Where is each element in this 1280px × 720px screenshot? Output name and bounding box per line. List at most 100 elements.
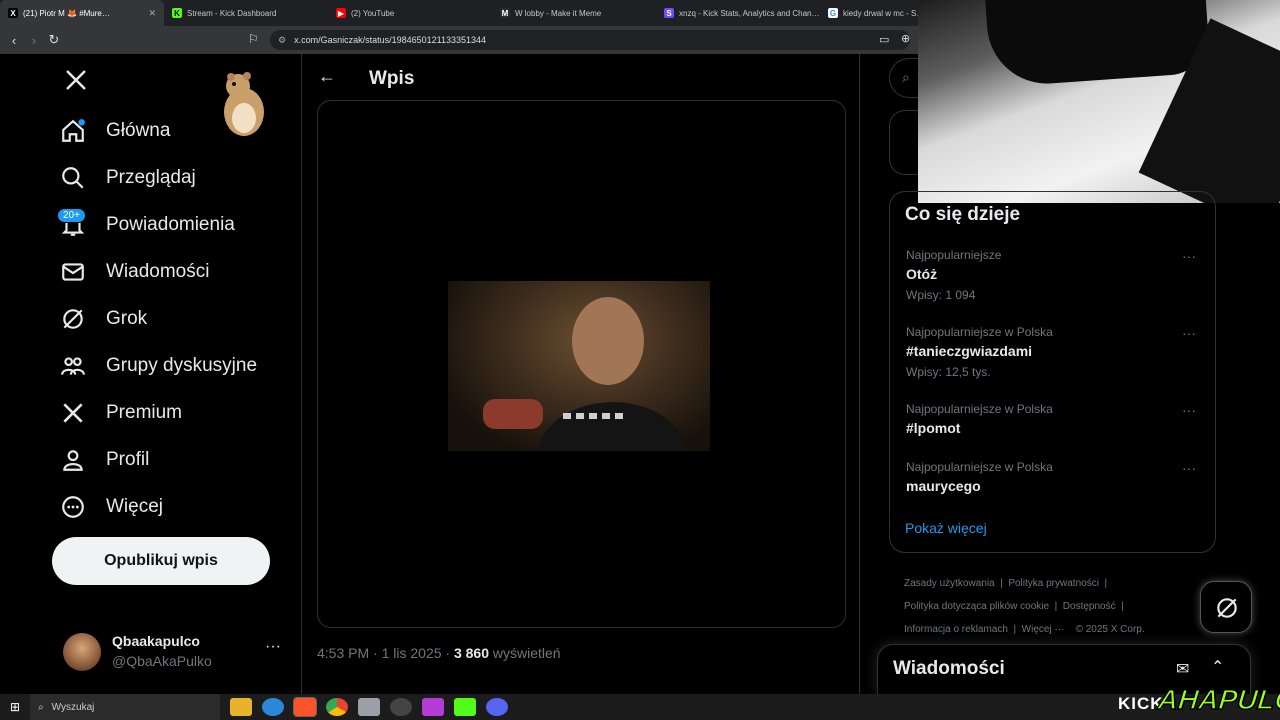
discord-icon[interactable] <box>486 698 509 716</box>
browser-tab[interactable]: X (21) Piotr M 🦊 #Mure… ✕ <box>0 0 164 26</box>
nav-item-grok[interactable]: Grok <box>60 299 147 339</box>
file-explorer-icon[interactable] <box>230 698 253 716</box>
trends-panel: Co się dzieje Najpopularniejsze Otóż Wpi… <box>889 191 1216 553</box>
nav-item-label: Wiadomości <box>106 261 210 282</box>
nav-item-label: Przeglądaj <box>106 167 196 188</box>
account-more-icon[interactable]: ··· <box>265 638 281 656</box>
trend-item[interactable]: Najpopularniejsze w Polska #lpomot ··· <box>906 402 1206 436</box>
google-favicon-icon: G <box>828 8 838 18</box>
show-more-link[interactable]: Pokaż więcej <box>905 520 987 536</box>
communities-icon <box>61 357 85 375</box>
account-switcher[interactable]: Qbaakapulco @QbaAkaPulko ··· <box>63 632 303 676</box>
x-favicon-icon: X <box>8 8 18 18</box>
more-icon[interactable]: ··· <box>1182 325 1196 341</box>
app-icon[interactable] <box>422 698 445 716</box>
footer-link[interactable]: Dostępność <box>1063 601 1116 612</box>
edge-icon[interactable] <box>262 698 285 716</box>
zoom-icon[interactable]: ⊕ <box>901 32 910 45</box>
windows-start-icon[interactable]: ⊞ <box>10 700 20 714</box>
trend-category: Najpopularniejsze w Polska <box>906 325 1053 339</box>
kick-icon[interactable] <box>454 698 477 716</box>
forward-arrow-icon[interactable]: › <box>24 33 44 48</box>
footer-link[interactable]: Polityka dotycząca plików cookie <box>904 601 1049 612</box>
grok-floating-button[interactable] <box>1200 581 1252 633</box>
nav-item-home[interactable]: Główna <box>60 111 170 151</box>
trend-item[interactable]: Najpopularniejsze w Polska #tanieczgwiaz… <box>906 325 1206 379</box>
browser-tab[interactable]: M W lobby - Make it Meme <box>492 0 656 26</box>
obs-icon[interactable] <box>390 698 413 716</box>
expand-icon[interactable]: ⌃ <box>1211 657 1224 677</box>
nav-item-label: Profil <box>106 449 150 470</box>
nav-item-messages[interactable]: Wiadomości <box>60 252 209 292</box>
taskbar-search-placeholder: Wyszukaj <box>51 701 95 713</box>
brave-icon[interactable] <box>293 697 318 717</box>
post-media[interactable] <box>317 100 846 628</box>
account-handle: @QbaAkaPulko <box>112 653 212 669</box>
nav-item-communities[interactable]: Grupy dyskusyjne <box>60 346 257 386</box>
bookmark-icon[interactable]: ⚐ <box>248 32 259 46</box>
footer-link[interactable]: Polityka prywatności <box>1008 578 1099 589</box>
trend-title: maurycego <box>906 478 981 494</box>
cast-icon[interactable]: ▭ <box>879 33 889 46</box>
nav-item-more[interactable]: Więcej <box>60 487 163 527</box>
tab-title: xnzq - Kick Stats, Analytics and Chan… <box>679 8 820 18</box>
video-frame[interactable] <box>448 281 710 451</box>
tab-title: (21) Piotr M 🦊 #Mure… <box>23 8 110 18</box>
footer-link[interactable]: Więcej ··· <box>1022 624 1065 635</box>
trend-count: Wpisy: 12,5 tys. <box>906 365 991 379</box>
webcam-overlay <box>918 0 1280 203</box>
back-arrow-icon[interactable]: ‹ <box>4 33 24 48</box>
nav-item-explore[interactable]: Przeglądaj <box>60 158 196 198</box>
trend-item[interactable]: Najpopularniejsze Otóż Wpisy: 1 094 ··· <box>906 248 1206 302</box>
messages-title: Wiadomości <box>893 658 1005 679</box>
site-info-icon[interactable]: ⚙ <box>278 35 286 46</box>
publish-post-button[interactable]: Opublikuj wpis <box>52 537 270 585</box>
stats-favicon-icon: S <box>664 8 674 18</box>
brand-logo: AHAPULCO <box>1156 683 1280 716</box>
post-views-label: wyświetleń <box>489 645 561 661</box>
youtube-favicon-icon: ▶ <box>336 8 346 18</box>
more-icon[interactable]: ··· <box>1182 460 1196 476</box>
grok-icon <box>1217 598 1237 618</box>
nav-item-label: Grok <box>106 308 148 329</box>
search-icon: ⌕ <box>38 701 44 713</box>
footer-links: Zasady użytkowania | Polityka prywatnośc… <box>904 578 1145 635</box>
avatar <box>63 633 101 671</box>
chrome-icon[interactable] <box>326 698 349 716</box>
more-icon[interactable]: ··· <box>1182 248 1196 264</box>
trend-title: #lpomot <box>906 420 961 436</box>
more-icon[interactable]: ··· <box>1182 402 1196 418</box>
nav-item-label: Premium <box>106 402 183 423</box>
taskbar-search-input[interactable]: ⌕ Wyszukaj <box>30 694 221 720</box>
post-metadata: 4:53 PM · 1 lis 2025 · 3 860 wyświetleń <box>317 645 561 661</box>
nav-item-label: Więcej <box>106 496 164 517</box>
nav-item-label: Grupy dyskusyjne <box>106 355 258 376</box>
browser-tab[interactable]: ▶ (2) YouTube <box>328 0 492 26</box>
back-arrow-icon[interactable]: ← <box>318 66 336 87</box>
trend-item[interactable]: Najpopularniejsze w Polska maurycego ··· <box>906 460 1206 494</box>
tab-title: (2) YouTube <box>351 8 395 18</box>
tab-title: Stream - Kick Dashboard <box>187 8 277 18</box>
nav-item-notifications[interactable]: Powiadomienia <box>60 205 235 245</box>
url-text: x.com/Gasniczak/status/19846501211333513… <box>294 35 487 45</box>
nav-item-premium[interactable]: Premium <box>60 393 182 433</box>
nav-item-label: Główna <box>106 120 171 141</box>
meme-favicon-icon: M <box>500 8 510 18</box>
x-logo-icon[interactable] <box>64 68 88 92</box>
new-message-icon[interactable]: ✉ <box>1176 659 1189 679</box>
browser-tab[interactable]: K Stream - Kick Dashboard <box>164 0 328 26</box>
browser-tab[interactable]: S xnzq - Kick Stats, Analytics and Chan… <box>656 0 820 26</box>
reload-icon[interactable]: ↻ <box>44 32 64 48</box>
footer-link[interactable]: Zasady użytkowania <box>904 578 995 589</box>
notification-badge: 20+ <box>57 208 86 223</box>
nav-item-profile[interactable]: Profil <box>60 440 149 480</box>
close-tab-icon[interactable]: ✕ <box>148 8 156 19</box>
hamster-sticker-icon <box>224 72 264 136</box>
mail-icon <box>62 263 84 281</box>
page-title: Wpis <box>369 68 415 89</box>
url-field[interactable]: ⚙ x.com/Gasniczak/status/198465012113335… <box>270 30 910 50</box>
app-icon[interactable] <box>358 698 381 716</box>
home-icon <box>62 119 85 142</box>
footer-link[interactable]: Informacja o reklamach <box>904 624 1008 635</box>
trends-title: Co się dzieje <box>905 204 1021 225</box>
